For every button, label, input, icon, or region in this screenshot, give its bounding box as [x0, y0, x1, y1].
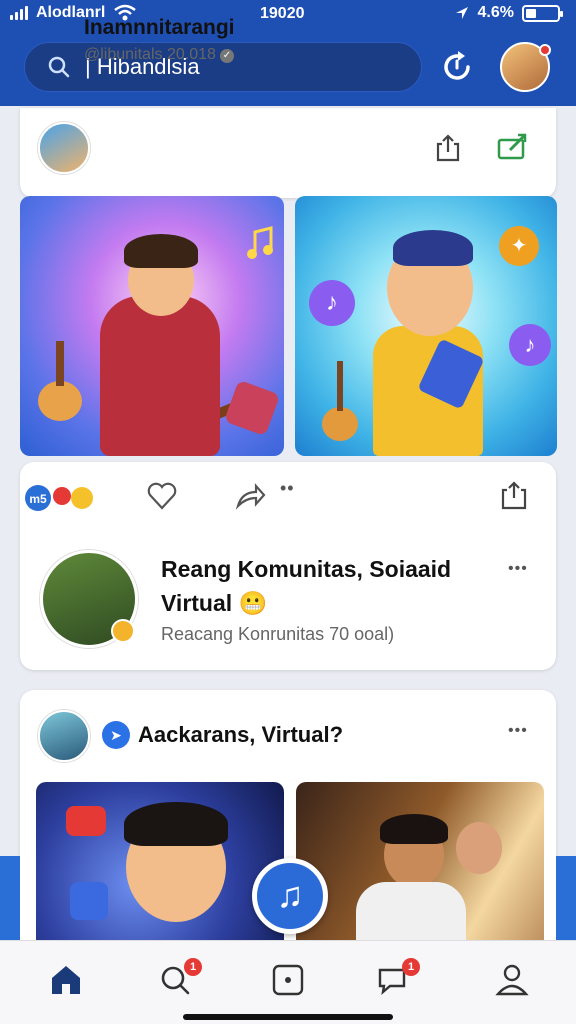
messages-tab[interactable]: 1 [374, 958, 420, 1002]
post-image-family[interactable] [296, 782, 544, 952]
post-author-handle: @libunitals 20.018 ✓ [84, 46, 234, 64]
post-image-child[interactable] [36, 782, 284, 952]
search-badge: 1 [184, 958, 202, 976]
search-tab[interactable]: 1 [154, 958, 202, 1002]
music-bubble-icon: ♪ [309, 280, 355, 326]
sparkle-badge-icon: ➤ [102, 721, 130, 749]
boy-hair [380, 814, 448, 844]
bookmark-icon[interactable] [498, 480, 530, 512]
post-image-cartoon-boy[interactable]: ♪ ♪ ✦ [295, 196, 557, 456]
verified-icon: ✓ [219, 49, 234, 63]
battery-percent: 4.6% [477, 4, 514, 21]
refresh-icon[interactable] [438, 48, 476, 86]
post-image-guitar-man[interactable] [20, 196, 284, 456]
post-author-avatar[interactable] [38, 122, 90, 174]
messages-badge: 1 [402, 958, 420, 976]
child-hair [124, 802, 228, 846]
more-options-icon[interactable]: •• [280, 478, 295, 499]
community-avatar[interactable] [40, 550, 138, 648]
man-hair [124, 234, 198, 268]
battery-icon [522, 4, 563, 22]
post-card-1 [20, 108, 556, 198]
post-title-line2: Virtual [161, 590, 233, 616]
star-badge-icon: ✦ [499, 226, 539, 266]
reaction-badges[interactable]: m5 [22, 484, 94, 512]
play-icon [66, 806, 106, 836]
boy-cap [393, 230, 473, 266]
signal-icon [10, 6, 28, 20]
app-tile-icon [70, 882, 108, 920]
man-figure [100, 296, 220, 456]
post-author-name[interactable]: Inamnnitarangi [84, 16, 235, 40]
svg-text:m5: m5 [29, 492, 47, 506]
more-options-icon[interactable]: ••• [508, 722, 528, 740]
post-title-line1: Reang Komunitas, Soiaaid [161, 556, 452, 582]
background-strip [0, 856, 20, 946]
handle-text: @libunitals 20.018 [84, 46, 216, 63]
music-player-button[interactable]: ♫ [252, 858, 328, 934]
edit-icon[interactable] [496, 132, 528, 164]
like-icon[interactable] [146, 480, 178, 512]
profile-icon[interactable] [490, 958, 534, 1002]
media-icon[interactable] [266, 958, 310, 1002]
avatar[interactable] [500, 42, 551, 92]
music-bubble-icon: ♪ [509, 324, 551, 366]
share-icon[interactable] [432, 132, 464, 164]
more-options-icon[interactable]: ••• [508, 560, 528, 578]
music-note-icon [247, 226, 273, 259]
post-subtitle: Reacang Konrunitas 70 ooal) [161, 624, 395, 644]
woman-head [456, 822, 502, 874]
post-title[interactable]: Aackarans, Virtual? [138, 722, 343, 748]
guitar-icon-floating [322, 361, 358, 441]
post-title[interactable]: Reang Komunitas, Soiaaid Virtual 😬 [161, 552, 481, 620]
home-icon[interactable] [44, 958, 88, 1002]
emoji-icon: 😬 [238, 590, 268, 616]
guitar-icon-floating [38, 341, 82, 421]
location-icon [455, 7, 468, 19]
avatar-badge [111, 619, 135, 643]
post-author-avatar[interactable] [38, 710, 90, 762]
home-indicator [183, 1014, 393, 1020]
clock: 19020 [260, 5, 305, 22]
notification-dot [539, 44, 551, 56]
background-strip [556, 856, 576, 946]
search-icon [48, 56, 70, 78]
share-arrow-icon[interactable] [234, 480, 266, 512]
